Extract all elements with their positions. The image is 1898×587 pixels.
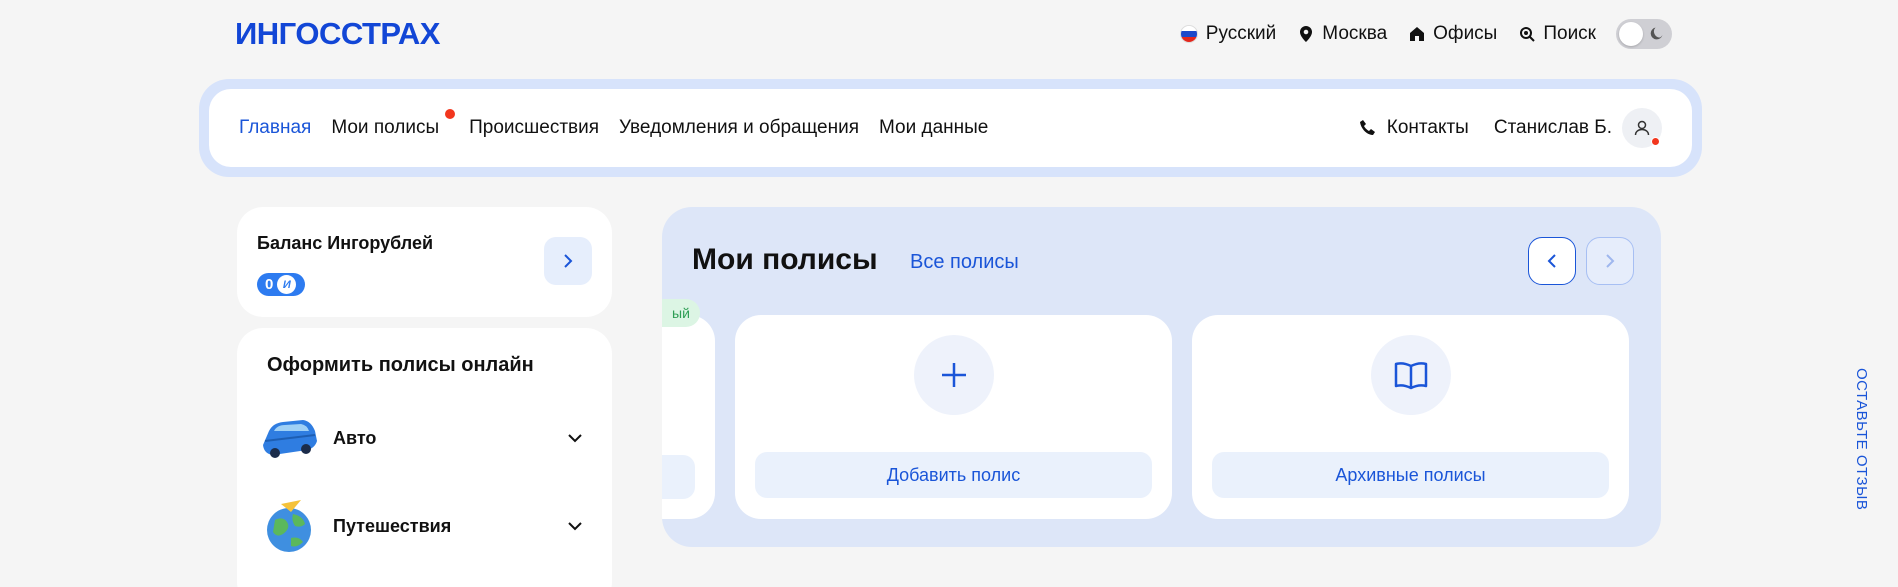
chevron-right-icon — [1606, 254, 1615, 268]
plus-icon — [913, 335, 994, 415]
russia-flag-icon — [1179, 25, 1198, 43]
offices-link[interactable]: Офисы — [1409, 23, 1497, 45]
contacts-label: Контакты — [1386, 117, 1469, 138]
nav-bar: Главная Мои полисы Происшествия Уведомле… — [209, 89, 1692, 167]
balance-value: 0 — [265, 276, 274, 293]
balance-title: Баланс Ингорублей — [257, 233, 434, 253]
chevron-down-icon — [568, 434, 582, 443]
nav-user-area: Контакты Станислав Б. — [1359, 108, 1662, 148]
city-label: Москва — [1322, 23, 1388, 44]
online-policies-card: Оформить полисы онлайн Авто Путешествия — [237, 328, 612, 587]
nav-item-my-policies[interactable]: Мои полисы — [331, 109, 456, 139]
search-label: Поиск — [1543, 23, 1596, 44]
search-icon — [1520, 27, 1536, 42]
product-label: Путешествия — [333, 515, 452, 536]
product-label: Авто — [333, 427, 377, 448]
moon-icon — [1650, 27, 1663, 40]
notification-dot — [445, 109, 456, 119]
language-label: Русский — [1205, 23, 1277, 44]
city-selector[interactable]: Москва — [1298, 23, 1387, 45]
home-icon — [1410, 27, 1425, 41]
language-selector[interactable]: Русский — [1179, 23, 1277, 45]
balance-card: Баланс Ингорублей 0 И — [237, 207, 612, 317]
theme-toggle[interactable] — [1616, 19, 1672, 49]
location-pin-icon — [1300, 26, 1313, 42]
nav-links: Главная Мои полисы Происшествия Уведомле… — [239, 109, 1008, 139]
all-policies-link[interactable]: Все полисы — [910, 251, 1019, 274]
chevron-left-icon — [1547, 254, 1556, 268]
status-badge: ый — [662, 299, 700, 327]
feedback-tab[interactable]: ОСТАВЬТЕ ОТЗЫВ — [1853, 368, 1870, 510]
my-policies-section: Мои полисы Все полисы ый Добавить полис … — [662, 207, 1661, 547]
ingorubl-coin-icon: И — [277, 275, 297, 294]
top-bar: Русский Москва Офисы Поиск — [1158, 18, 1672, 50]
book-icon — [1370, 335, 1451, 415]
offices-label: Офисы — [1433, 23, 1498, 44]
product-row-travel[interactable]: Путешествия — [259, 496, 589, 556]
nav-item-incidents[interactable]: Происшествия — [469, 117, 599, 139]
add-policy-button[interactable]: Добавить полис — [755, 452, 1152, 498]
nav-item-notifications[interactable]: Уведомления и обращения — [619, 117, 859, 139]
main-nav: Главная Мои полисы Происшествия Уведомле… — [199, 79, 1702, 177]
notification-dot — [1651, 137, 1660, 146]
online-title: Оформить полисы онлайн — [267, 354, 534, 376]
phone-icon — [1359, 120, 1375, 135]
policy-card-partial[interactable] — [662, 315, 715, 519]
avatar[interactable] — [1622, 108, 1662, 148]
archive-policies-card[interactable]: Архивные полисы — [1192, 315, 1629, 519]
globe-icon — [259, 496, 319, 556]
product-row-auto[interactable]: Авто — [259, 408, 589, 468]
car-icon — [259, 408, 319, 468]
nav-item-label: Мои полисы — [331, 117, 440, 138]
balance-badge: 0 И — [257, 273, 305, 296]
carousel-next-button[interactable] — [1586, 237, 1634, 285]
nav-item-my-data[interactable]: Мои данные — [879, 117, 988, 139]
user-icon — [1634, 120, 1650, 136]
contacts-link[interactable]: Контакты — [1359, 117, 1469, 139]
nav-item-home[interactable]: Главная — [239, 117, 311, 139]
search-button[interactable]: Поиск — [1519, 23, 1596, 45]
archive-policies-button[interactable]: Архивные полисы — [1212, 452, 1609, 498]
add-policy-card[interactable]: Добавить полис — [735, 315, 1172, 519]
toggle-knob — [1619, 22, 1643, 46]
carousel-prev-button[interactable] — [1528, 237, 1576, 285]
logo[interactable]: ИНГОССТРАХ — [235, 16, 440, 52]
section-title: Мои полисы — [692, 243, 878, 276]
user-name[interactable]: Станислав Б. — [1494, 117, 1612, 139]
policy-card-button[interactable] — [662, 455, 695, 499]
chevron-down-icon — [568, 522, 582, 531]
balance-open-button[interactable] — [544, 237, 592, 285]
chevron-right-icon — [564, 254, 573, 268]
